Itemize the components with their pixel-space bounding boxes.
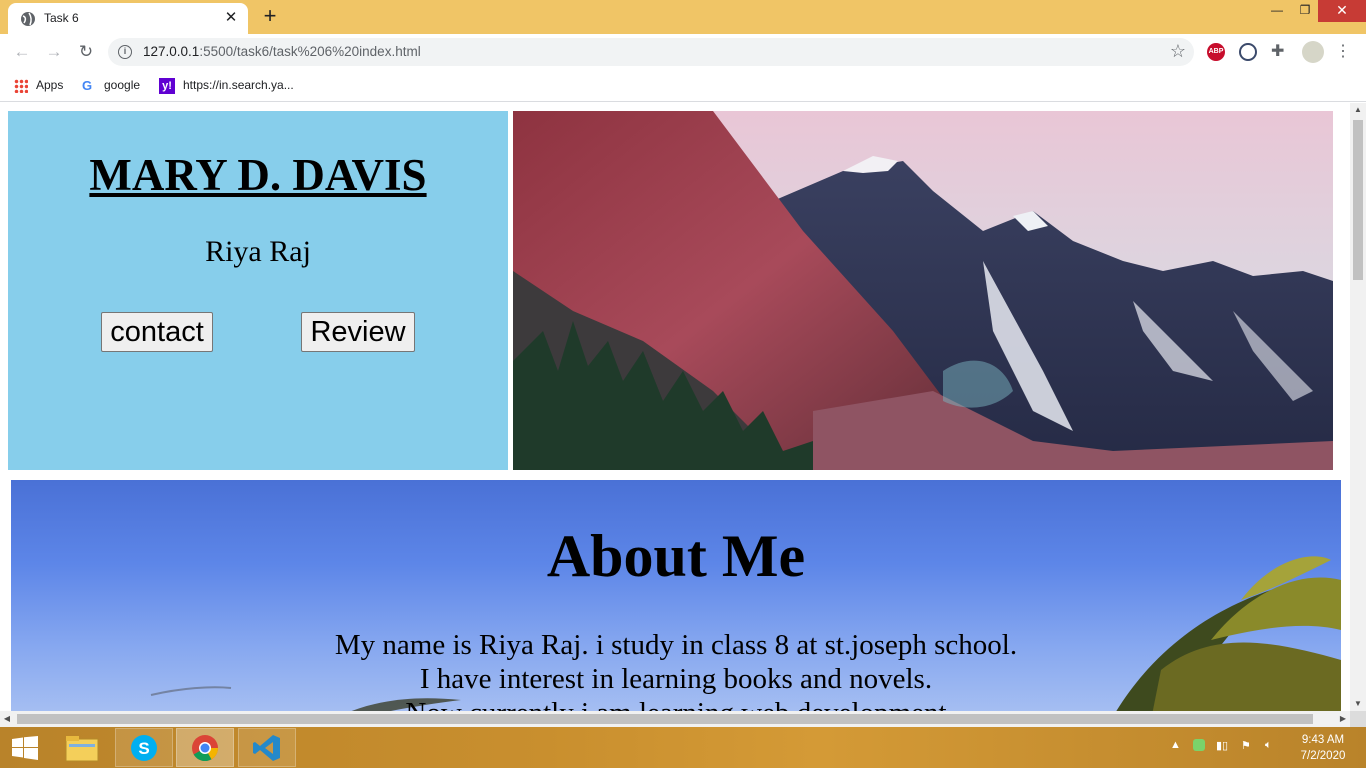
reload-icon[interactable]: ↻	[74, 40, 98, 64]
about-heading: About Me	[546, 523, 806, 589]
new-tab-button[interactable]: +	[258, 5, 282, 29]
globe-icon	[21, 12, 35, 26]
address-bar[interactable]: i 127.0.0.1:5500/task6/task%206%20index.…	[108, 38, 1194, 66]
vertical-scroll-thumb[interactable]	[1353, 120, 1363, 280]
page-viewport: MARY D. DAVIS Riya Raj contact Review Ab…	[0, 103, 1350, 711]
action-center-icon[interactable]: ⚑	[1241, 739, 1251, 752]
browser-titlebar: Task 6 ✕ + — ❐ ✕	[0, 0, 1366, 34]
skype-taskbar-button[interactable]: S	[115, 728, 173, 767]
about-line: My name is Riya Raj. i study in class 8 …	[334, 629, 1018, 661]
adblock-extension-icon[interactable]: ABP	[1207, 43, 1225, 61]
windows-start-icon[interactable]	[12, 736, 38, 760]
bookmark-star-icon[interactable]: ☆	[1170, 41, 1186, 62]
menu-dots-icon[interactable]: ⋮	[1334, 43, 1352, 61]
chrome-icon	[192, 735, 219, 762]
chrome-taskbar-button[interactable]	[176, 728, 234, 767]
browser-tab[interactable]: Task 6 ✕	[8, 3, 248, 34]
info-icon[interactable]: i	[118, 45, 132, 59]
lens-extension-icon[interactable]	[1239, 43, 1257, 61]
clock-time: 9:43 AM	[1301, 734, 1345, 746]
bookmark-label: google	[104, 78, 141, 92]
back-arrow-icon[interactable]: ←	[10, 40, 34, 64]
bookmark-label: https://in.search.ya...	[183, 78, 294, 92]
scroll-right-icon[interactable]: ▶	[1336, 711, 1350, 727]
about-text: My name is Riya Raj. i study in class 8 …	[11, 628, 1341, 711]
skype-icon: S	[131, 735, 157, 761]
vscode-icon	[253, 735, 280, 761]
file-explorer-taskbar-button[interactable]	[53, 728, 111, 767]
clock-date: 7/2/2020	[1300, 750, 1346, 762]
volume-icon[interactable]: 🔈︎	[1265, 739, 1272, 752]
scroll-down-icon[interactable]: ▼	[1350, 697, 1366, 711]
svg-text:S: S	[138, 739, 149, 758]
url-path: :5500/task6/task%206%20index.html	[199, 44, 421, 59]
mountain-image	[513, 111, 1333, 470]
scroll-left-icon[interactable]: ◀	[0, 711, 14, 727]
tray-expand-icon[interactable]: ▲	[1170, 739, 1181, 751]
bookmark-google[interactable]: Ggoogle	[82, 77, 140, 95]
scroll-up-icon[interactable]: ▲	[1350, 103, 1366, 117]
close-window-button[interactable]: ✕	[1318, 0, 1366, 22]
yahoo-icon: y!	[159, 77, 175, 94]
horizontal-scroll-thumb[interactable]	[17, 714, 1313, 724]
system-clock[interactable]: 9:43 AM 7/2/2020	[1290, 732, 1356, 764]
url-host: 127.0.0.1	[143, 44, 200, 59]
subtitle-name: Riya Raj	[205, 235, 311, 268]
extensions-puzzle-icon[interactable]: ✚	[1271, 43, 1289, 61]
windows-taskbar: S ▲ ▮▯ ⚑ 🔈︎ 9:43 AM 7/2/2020	[0, 727, 1366, 768]
network-icon[interactable]: ▮▯	[1216, 739, 1228, 752]
about-section: About Me My name is Riya Raj. i study in…	[11, 480, 1341, 711]
about-line: Now currently i am learning web developm…	[405, 697, 946, 711]
review-button[interactable]: Review	[301, 312, 415, 352]
bookmark-apps[interactable]: Apps	[14, 77, 63, 95]
mountain-illustration	[513, 111, 1333, 470]
folder-icon	[65, 736, 99, 762]
tab-title: Task 6	[44, 11, 79, 25]
browser-toolbar: ← → ↻ i 127.0.0.1:5500/task6/task%206%20…	[0, 34, 1366, 70]
about-line: I have interest in learning books and no…	[419, 663, 933, 695]
bookmark-label: Apps	[36, 78, 64, 92]
hero-panel: MARY D. DAVIS Riya Raj contact Review	[8, 111, 508, 470]
minimize-window-button[interactable]: —	[1263, 0, 1291, 22]
horizontal-scrollbar[interactable]: ◀ ▶	[0, 711, 1350, 727]
maximize-window-button[interactable]: ❐	[1291, 0, 1319, 22]
apps-grid-icon	[14, 78, 28, 93]
scrollbar-corner	[1350, 711, 1366, 727]
bookmarks-bar: Apps Ggoogle y! https://in.search.ya...	[0, 70, 1366, 102]
forward-arrow-icon[interactable]: →	[42, 40, 66, 64]
url-text[interactable]: 127.0.0.1:5500/task6/task%206%20index.ht…	[143, 44, 421, 59]
vertical-scrollbar[interactable]: ▲ ▼	[1350, 103, 1366, 711]
bookmark-yahoo[interactable]: y! https://in.search.ya...	[159, 77, 294, 95]
vscode-taskbar-button[interactable]	[238, 728, 296, 767]
profile-avatar[interactable]	[1302, 41, 1324, 63]
contact-button[interactable]: contact	[101, 312, 213, 352]
close-tab-icon[interactable]: ✕	[222, 9, 240, 27]
tray-app-icon[interactable]	[1193, 739, 1205, 751]
google-icon: G	[82, 77, 93, 93]
page-title: MARY D. DAVIS	[89, 150, 427, 200]
